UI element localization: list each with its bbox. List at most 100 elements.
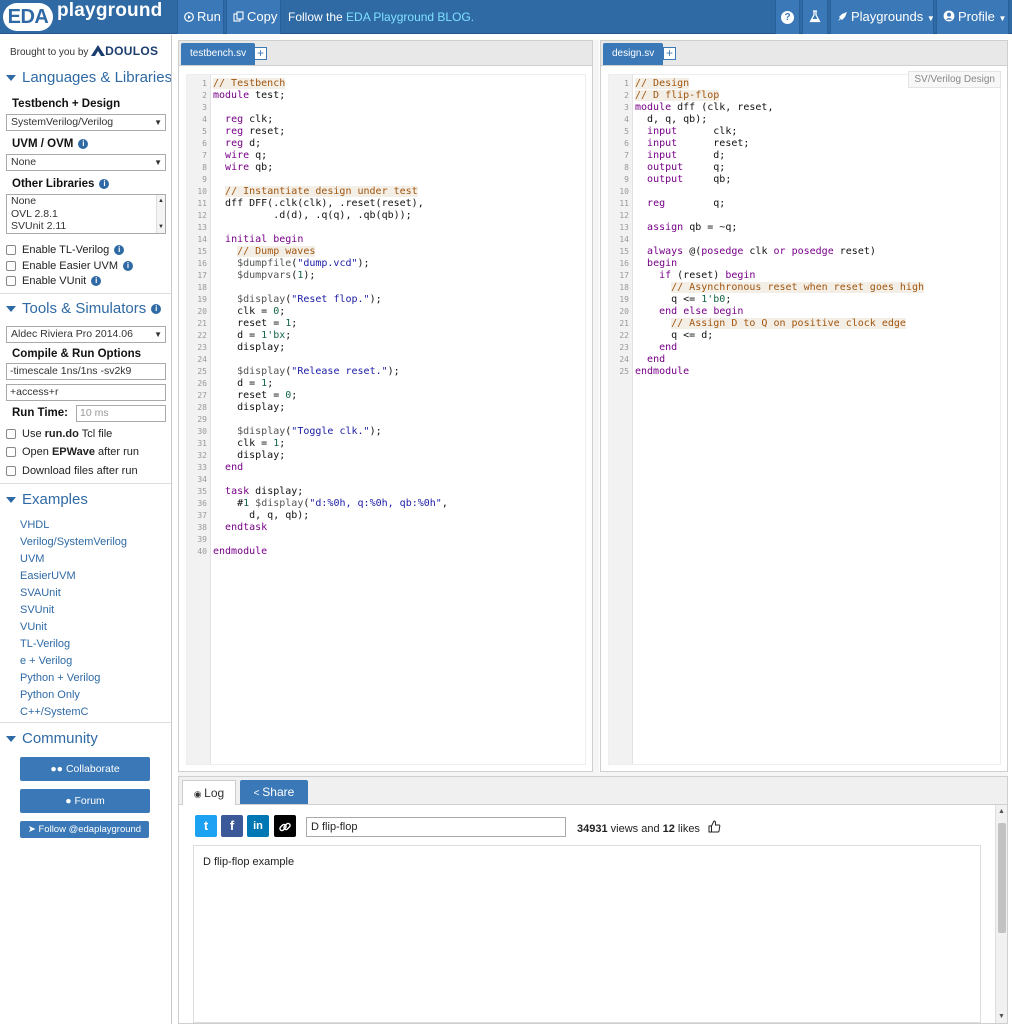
checkbox-box[interactable]: [6, 245, 16, 256]
code-line[interactable]: 9 output qb;: [609, 174, 1000, 186]
code-line[interactable]: 2 module test;: [187, 90, 585, 102]
design-code-editor[interactable]: 1 // Design 2 // D flip-flop 3 module dff (cl…: [608, 74, 1001, 765]
code-line[interactable]: 28 display;: [187, 402, 585, 414]
info-icon[interactable]: i: [99, 178, 110, 189]
scrollbar-thumb[interactable]: [998, 823, 1006, 933]
code-line[interactable]: 20 end else begin: [609, 306, 1000, 318]
uvm-select[interactable]: None ▼: [6, 154, 166, 171]
code-line[interactable]: 20 clk = 0;: [187, 306, 585, 318]
code-line[interactable]: 37 d, q, qb);: [187, 510, 585, 522]
code-line[interactable]: 22 q <= d;: [609, 330, 1000, 342]
code-line[interactable]: 27 reset = 0;: [187, 390, 585, 402]
code-line[interactable]: 23 end: [609, 342, 1000, 354]
code-line[interactable]: 39: [187, 534, 585, 546]
code-line[interactable]: 13: [187, 222, 585, 234]
examples-heading[interactable]: Examples: [6, 491, 88, 508]
linkedin-share-button[interactable]: in: [247, 815, 269, 837]
code-line[interactable]: 18 // Asynchronous reset when reset goes…: [609, 282, 1000, 294]
code-line[interactable]: 10 // Instantiate design under test: [187, 186, 585, 198]
code-line[interactable]: 13 assign qb = ~q;: [609, 222, 1000, 234]
code-line[interactable]: 15 always @(posedge clk or posedge reset…: [609, 246, 1000, 258]
download-files-checkbox[interactable]: Download files after run: [6, 465, 138, 477]
code-line[interactable]: 9: [187, 174, 585, 186]
enable-easier-uvm-checkbox[interactable]: Enable Easier UVM i: [6, 260, 133, 272]
code-line[interactable]: 11 dff DFF(.clk(clk), .reset(reset),: [187, 198, 585, 210]
list-item[interactable]: None: [11, 195, 165, 208]
code-line[interactable]: 31 clk = 1;: [187, 438, 585, 450]
checkbox-box[interactable]: [6, 447, 16, 458]
code-line[interactable]: 38 endtask: [187, 522, 585, 534]
checkbox-box[interactable]: [6, 261, 16, 272]
code-line[interactable]: 7 wire q;: [187, 150, 585, 162]
tab-share[interactable]: < Share: [240, 780, 308, 804]
code-line[interactable]: 3 module dff (clk, reset,: [609, 102, 1000, 114]
code-line[interactable]: 15 // Dump waves: [187, 246, 585, 258]
blog-link[interactable]: EDA Playground BLOG.: [346, 10, 474, 24]
checkbox-box[interactable]: [6, 276, 16, 287]
title-input[interactable]: D flip-flop: [306, 817, 566, 837]
run-options-input[interactable]: +access+r: [6, 384, 166, 401]
code-line[interactable]: 6 reg d;: [187, 138, 585, 150]
tab-design-sv[interactable]: design.sv: [603, 43, 664, 65]
example-link[interactable]: EasierUVM: [20, 570, 76, 582]
copy-button[interactable]: Copy: [226, 0, 281, 34]
list-scrollbar[interactable]: ▲ ▼: [156, 195, 165, 233]
example-link[interactable]: VHDL: [20, 519, 49, 531]
checkbox-box[interactable]: [6, 466, 16, 477]
facebook-share-button[interactable]: f: [221, 815, 243, 837]
code-line[interactable]: 12: [609, 210, 1000, 222]
list-item[interactable]: OVL 2.8.1: [11, 208, 165, 221]
run-button[interactable]: Run: [177, 0, 224, 34]
code-line[interactable]: 1 // Testbench: [187, 78, 585, 90]
code-line[interactable]: 14 initial begin: [187, 234, 585, 246]
code-line[interactable]: 3: [187, 102, 585, 114]
help-button[interactable]: ?: [775, 0, 800, 34]
code-line[interactable]: 23 display;: [187, 342, 585, 354]
scroll-up-icon[interactable]: ▲: [998, 808, 1005, 815]
code-line[interactable]: 25 endmodule: [609, 366, 1000, 378]
vertical-splitter[interactable]: [593, 40, 599, 772]
code-line[interactable]: 35 task display;: [187, 486, 585, 498]
code-line[interactable]: 8 output q;: [609, 162, 1000, 174]
tools-heading[interactable]: Tools & Simulators i: [6, 300, 162, 317]
add-file-button[interactable]: +: [254, 47, 267, 60]
twitter-share-button[interactable]: t: [195, 815, 217, 837]
description-textarea[interactable]: D flip-flop example: [193, 845, 981, 1023]
code-line[interactable]: 34: [187, 474, 585, 486]
info-icon[interactable]: i: [91, 276, 102, 287]
code-line[interactable]: 16 $dumpfile("dump.vcd");: [187, 258, 585, 270]
follow-twitter-button[interactable]: ➤ Follow @edaplayground: [20, 821, 149, 838]
code-line[interactable]: 5 input clk;: [609, 126, 1000, 138]
code-line[interactable]: 17 if (reset) begin: [609, 270, 1000, 282]
code-line[interactable]: 25 $display("Release reset.");: [187, 366, 585, 378]
testbench-language-select[interactable]: SystemVerilog/Verilog ▼: [6, 114, 166, 131]
simulator-select[interactable]: Aldec Riviera Pro 2014.06 ▼: [6, 326, 166, 343]
code-line[interactable]: 16 begin: [609, 258, 1000, 270]
scroll-down-icon[interactable]: ▼: [998, 1013, 1005, 1020]
code-line[interactable]: 10: [609, 186, 1000, 198]
scroll-up-icon[interactable]: ▲: [158, 195, 164, 208]
code-line[interactable]: 7 input d;: [609, 150, 1000, 162]
code-line[interactable]: 30 $display("Toggle clk.");: [187, 426, 585, 438]
info-icon[interactable]: i: [123, 261, 133, 272]
code-line[interactable]: 40 endmodule: [187, 546, 585, 558]
run-time-input[interactable]: 10 ms: [76, 405, 166, 422]
logo[interactable]: EDA playground: [3, 0, 173, 32]
code-line[interactable]: 21 // Assign D to Q on positive clock ed…: [609, 318, 1000, 330]
code-line[interactable]: 5 reg reset;: [187, 126, 585, 138]
checkbox-box[interactable]: [6, 429, 16, 440]
other-libraries-list[interactable]: None OVL 2.8.1 SVUnit 2.11 ▲ ▼: [6, 194, 166, 234]
code-line[interactable]: 17 $dumpvars(1);: [187, 270, 585, 282]
code-line[interactable]: 14: [609, 234, 1000, 246]
add-file-button[interactable]: +: [663, 47, 676, 60]
copy-link-button[interactable]: [274, 815, 296, 837]
example-link[interactable]: TL-Verilog: [20, 638, 70, 650]
example-link[interactable]: VUnit: [20, 621, 47, 633]
code-line[interactable]: 29: [187, 414, 585, 426]
example-link[interactable]: e + Verilog: [20, 655, 72, 667]
tab-log[interactable]: ◉ Log: [182, 780, 236, 805]
info-icon[interactable]: i: [151, 304, 162, 315]
code-line[interactable]: 4 d, q, qb);: [609, 114, 1000, 126]
example-link[interactable]: SVUnit: [20, 604, 54, 616]
code-line[interactable]: 19 $display("Reset flop.");: [187, 294, 585, 306]
